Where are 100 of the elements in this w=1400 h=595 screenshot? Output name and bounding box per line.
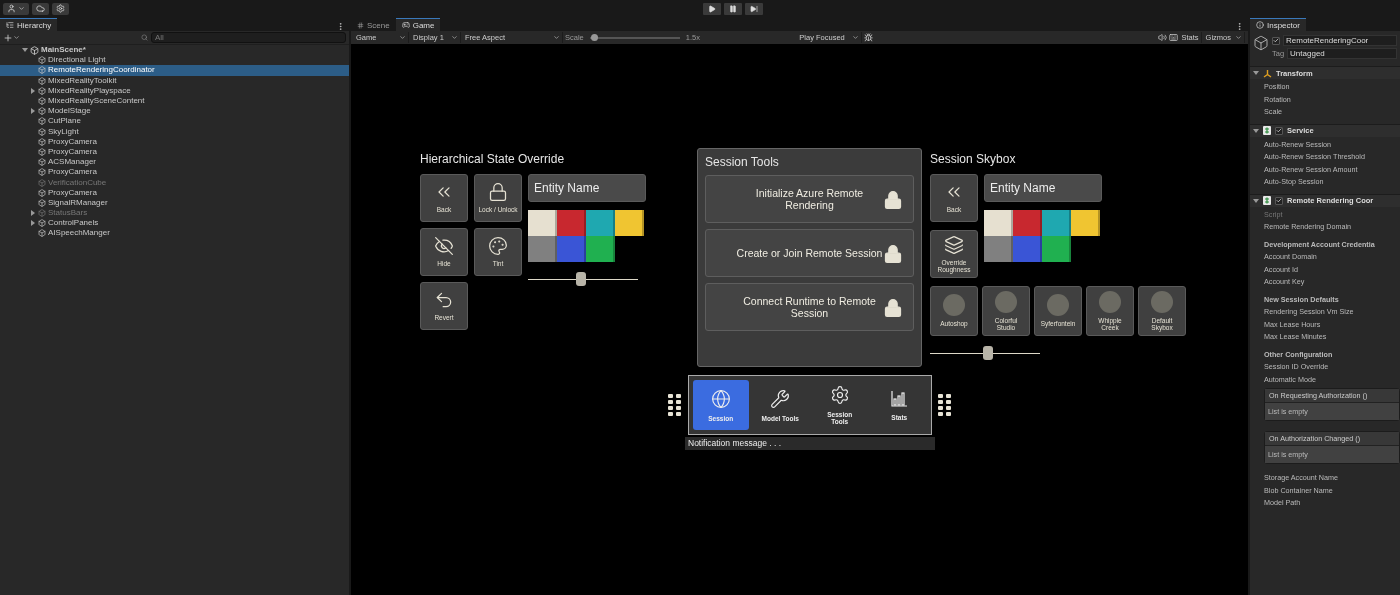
hierarchy-item[interactable]: ProxyCamera [0, 136, 349, 147]
search-field[interactable]: All [151, 32, 346, 43]
scene-icon [30, 45, 39, 55]
play-icon [708, 4, 716, 13]
play-button[interactable] [703, 2, 721, 15]
hierarchy-item[interactable]: MixedRealityToolkit [0, 75, 349, 86]
hierarchy-item[interactable]: MixedRealitySceneContent [0, 95, 349, 107]
caret-icon [852, 34, 860, 41]
scale-thumb[interactable] [591, 34, 599, 41]
bar-chart-icon [890, 389, 909, 408]
sphere-thumbnail [1151, 290, 1173, 313]
hierarchy-item[interactable]: Directional Light [0, 55, 349, 66]
eye-off-icon [434, 236, 454, 257]
caret-icon [13, 34, 20, 41]
action-button[interactable]: Connect Runtime to Remote Session [705, 283, 914, 331]
gamepad-icon [401, 21, 410, 29]
caret-icon [399, 34, 406, 41]
dot-grid-icon [668, 394, 682, 416]
color-swatch[interactable] [1071, 210, 1100, 236]
wrench-icon [770, 388, 791, 409]
color-swatch[interactable] [1042, 236, 1071, 262]
list-icon [6, 21, 14, 29]
check-icon [1276, 127, 1282, 134]
entity-name-bar: Entity Name [984, 174, 1102, 202]
action-button[interactable]: Initialize Azure Remote Rendering [705, 175, 914, 223]
check-icon [1276, 197, 1282, 204]
hierarchy-item[interactable]: ModelStage [0, 106, 349, 117]
enabled-checkbox[interactable] [1275, 126, 1283, 135]
panel-title: Session Skybox [930, 152, 1017, 166]
hierarchy-item[interactable]: CutPlane [0, 116, 349, 127]
sphere-thumbnail [995, 290, 1017, 313]
hierarchy-item[interactable]: RemoteRenderingCoordinator [0, 65, 349, 76]
scale-slider[interactable] [589, 34, 680, 41]
inspector-tab[interactable]: Inspector [1250, 18, 1306, 31]
step-icon [750, 4, 758, 13]
hierarchy-tab[interactable]: Hierarchy [0, 18, 58, 31]
enabled-checkbox[interactable] [1275, 196, 1283, 205]
color-swatch[interactable] [528, 210, 557, 236]
more-icon[interactable] [336, 22, 345, 31]
hierarchy-item[interactable]: SkyLight [0, 126, 349, 137]
lock-icon [488, 182, 508, 203]
color-swatch[interactable] [984, 236, 1013, 262]
user-icon [7, 4, 16, 13]
color-swatch[interactable] [1013, 236, 1042, 262]
script-icon [1263, 196, 1271, 205]
sphere-thumbnail [943, 294, 965, 317]
color-swatch[interactable] [586, 210, 615, 236]
cloud-icon [36, 4, 45, 13]
expand-icon[interactable] [30, 87, 36, 94]
active-checkbox[interactable] [1272, 36, 1280, 45]
account-button[interactable] [3, 2, 29, 15]
hierarchy-item[interactable]: ProxyCamera [0, 167, 349, 178]
search-icon [141, 34, 148, 41]
sphere-thumbnail [1047, 294, 1069, 317]
foldout-icon[interactable] [1253, 127, 1259, 134]
color-swatch[interactable] [557, 236, 586, 262]
expand-icon[interactable] [30, 108, 36, 115]
foldout-icon[interactable] [1253, 70, 1259, 76]
hierarchy-item[interactable]: MixedRealityPlayspace [0, 85, 349, 96]
sphere-thumbnail [1099, 290, 1121, 313]
color-swatch[interactable] [615, 210, 644, 236]
foldout-icon[interactable] [1253, 197, 1259, 204]
pause-button[interactable] [724, 2, 742, 15]
slider-thumb[interactable] [575, 272, 586, 286]
step-button[interactable] [745, 2, 763, 15]
color-swatch[interactable] [557, 210, 586, 236]
keyboard-icon[interactable] [1168, 33, 1178, 42]
axes-icon [1263, 68, 1272, 78]
settings-button[interactable] [52, 2, 69, 15]
color-swatch[interactable] [586, 236, 615, 262]
hierarchy-item[interactable]: ACSManager [0, 157, 349, 168]
foldout-icon[interactable] [22, 47, 28, 54]
add-button[interactable] [3, 32, 20, 43]
color-swatch[interactable] [1013, 210, 1042, 236]
hierarchy-item[interactable]: AISpeechManger [0, 228, 349, 239]
object-name-field[interactable]: RemoteRenderingCoor [1283, 35, 1397, 46]
globe-icon [710, 388, 731, 409]
scene-name[interactable]: MainScene* [41, 45, 86, 56]
notification-bar: Notification message . . . [685, 437, 935, 450]
check-icon [1273, 37, 1279, 44]
tag-dropdown[interactable]: Untagged [1287, 48, 1397, 59]
plus-icon [3, 32, 13, 43]
action-button[interactable]: Create or Join Remote Session [705, 229, 914, 277]
hash-icon [357, 21, 364, 29]
caret-icon [451, 34, 458, 41]
view-tab[interactable]: Game [395, 18, 441, 31]
more-icon[interactable] [1235, 22, 1244, 31]
color-swatch[interactable] [1042, 210, 1071, 236]
panel-title: Session Tools [705, 155, 780, 169]
gear-icon [829, 385, 850, 405]
speaker-icon[interactable] [1157, 33, 1167, 42]
slider-thumb[interactable] [983, 346, 994, 360]
color-swatch[interactable] [984, 210, 1013, 236]
color-swatch[interactable] [528, 236, 557, 262]
hierarchy-item[interactable]: ProxyCamera [0, 146, 349, 158]
hierarchy-item[interactable]: SignalRManager [0, 197, 349, 208]
cloud-button[interactable] [32, 2, 49, 15]
hierarchy-item[interactable]: ProxyCamera [0, 187, 349, 198]
hierarchy-item[interactable]: ControlPanels [0, 218, 349, 229]
bug-icon[interactable] [864, 33, 874, 42]
